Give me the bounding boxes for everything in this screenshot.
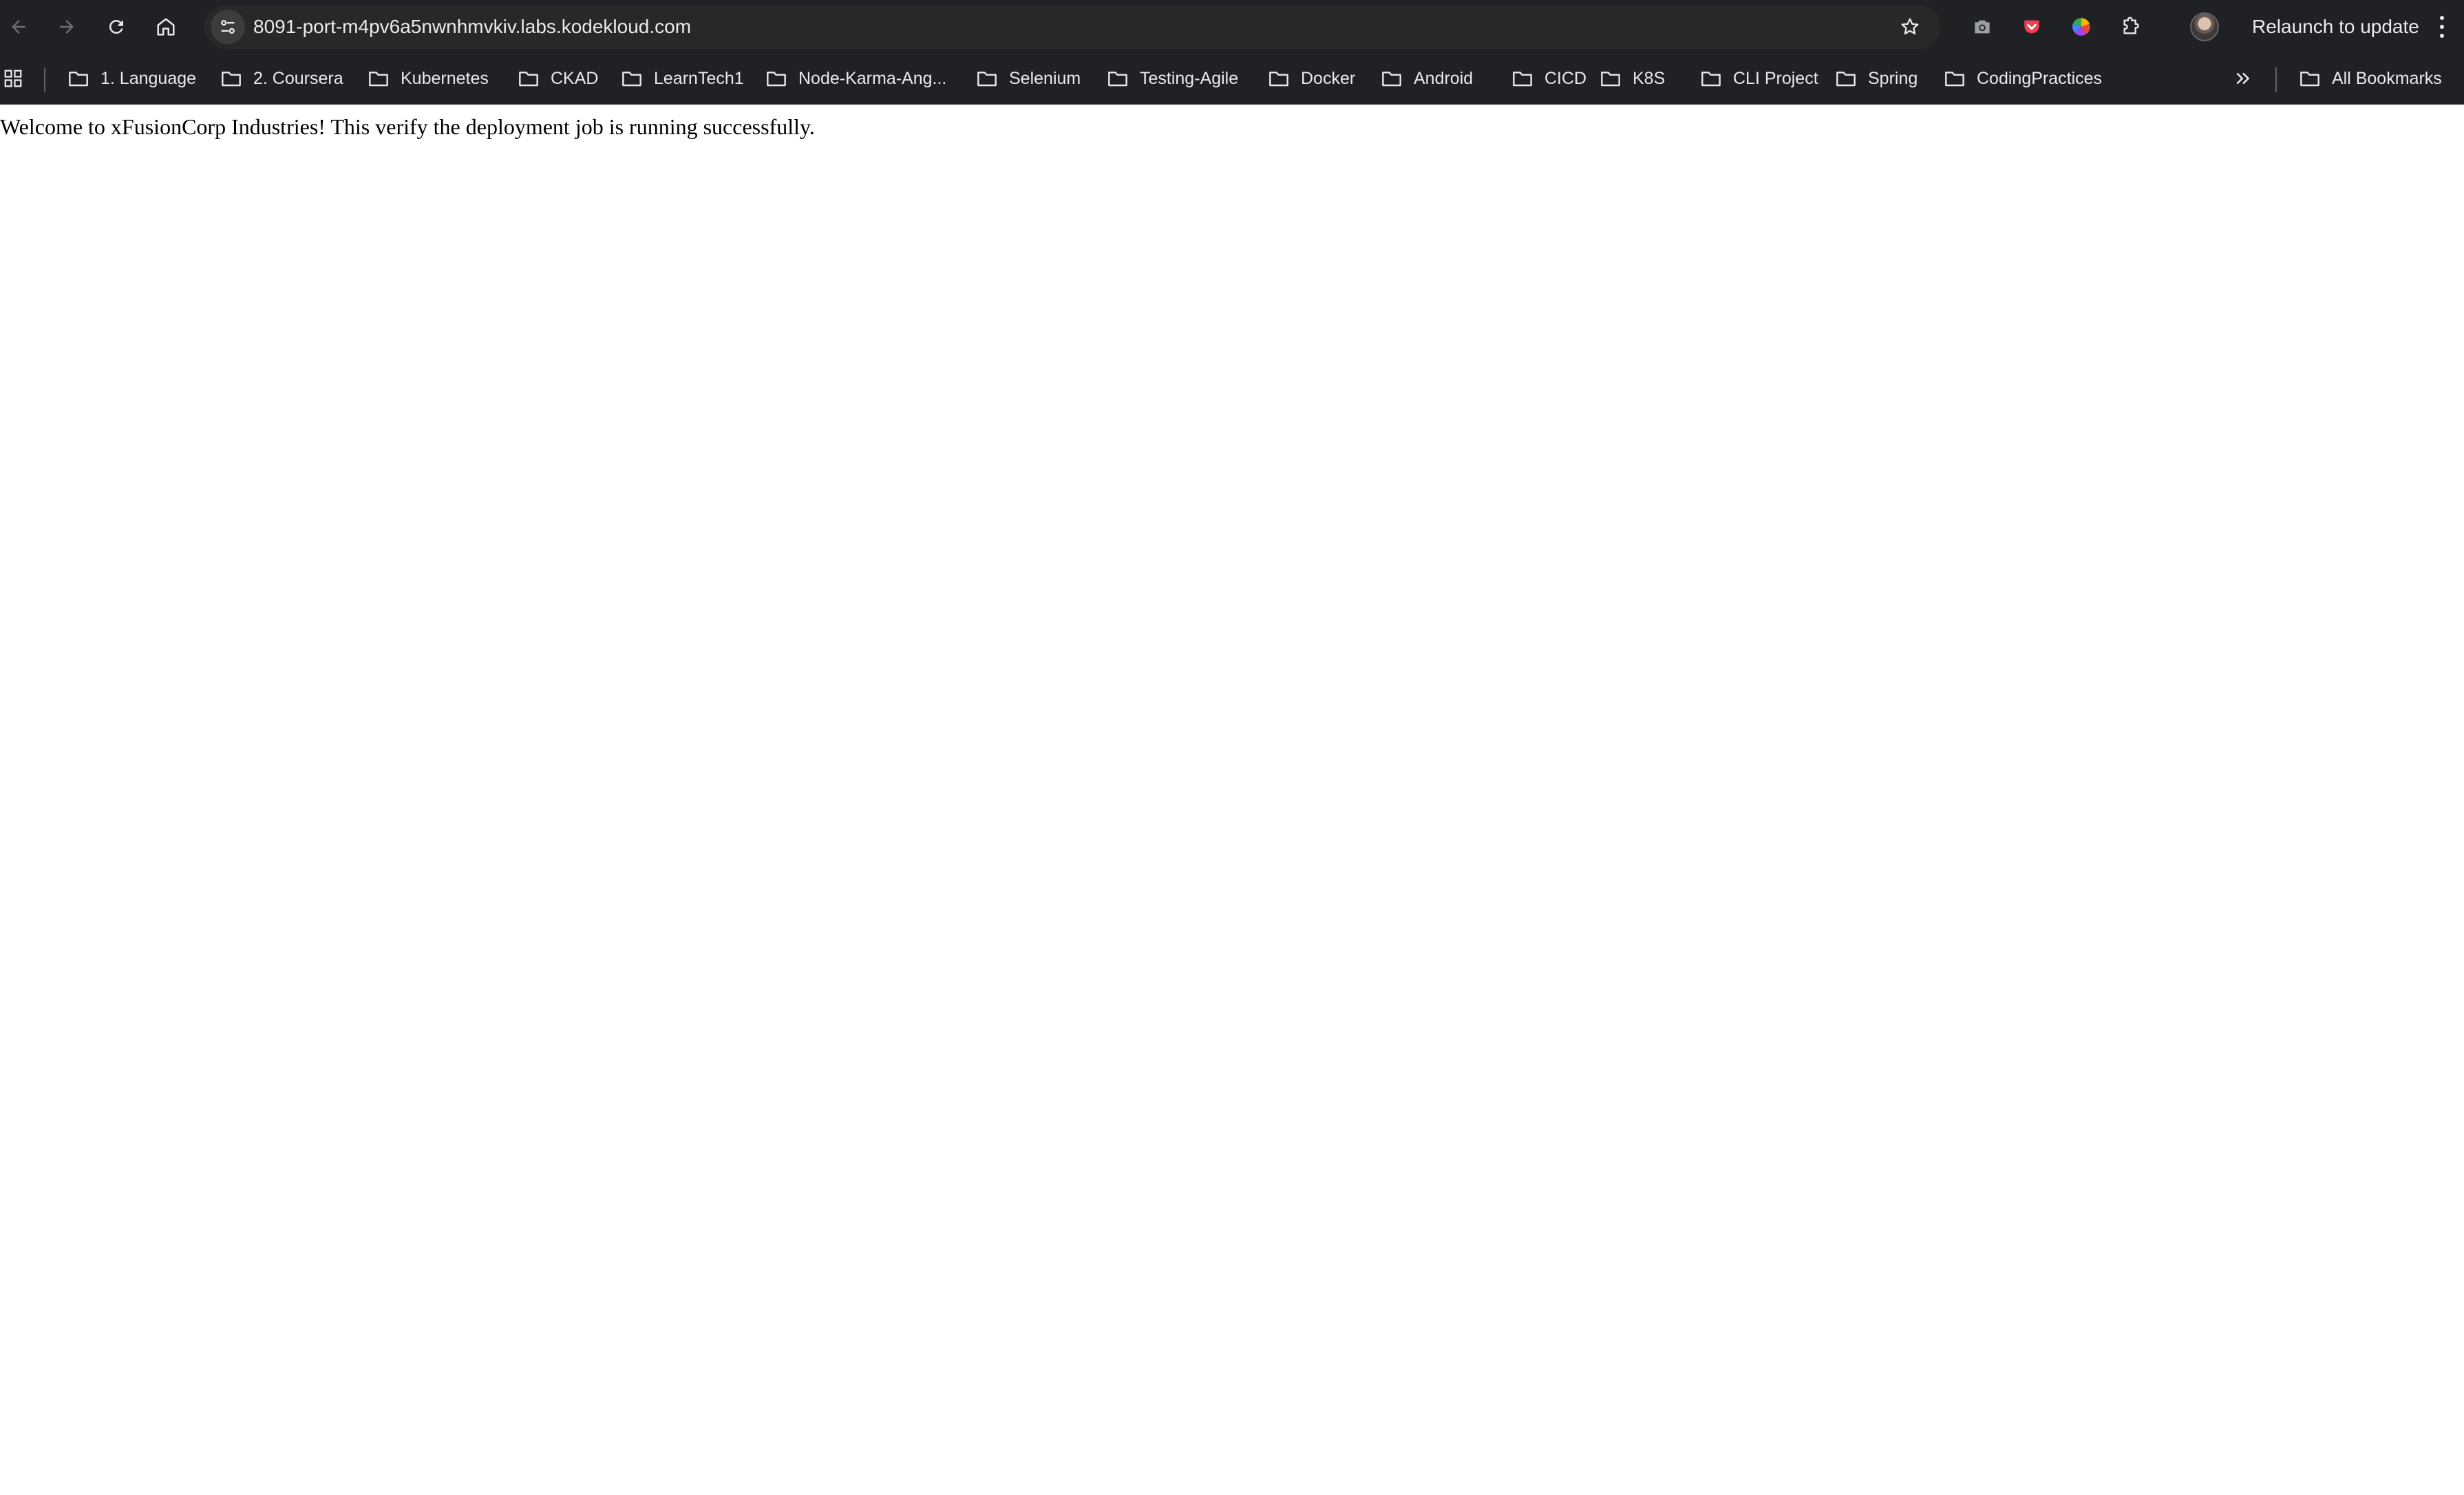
- forward-icon[interactable]: [50, 10, 84, 44]
- relaunch-button[interactable]: Relaunch to update: [2238, 5, 2454, 49]
- extensions-icon[interactable]: [2114, 10, 2148, 44]
- folder-icon: [1382, 72, 1401, 87]
- folder-icon: [519, 72, 538, 87]
- bookmarks-bar: 1. Language 2. Coursera Kubernetes CKAD Lear…: [0, 54, 2464, 105]
- bookmark-folder[interactable]: CKAD: [518, 63, 598, 94]
- folder-icon: [1269, 72, 1288, 87]
- menu-icon[interactable]: [2438, 16, 2445, 38]
- bookmark-folder[interactable]: CLI Project: [1700, 63, 1818, 94]
- folder-icon: [1513, 72, 1532, 87]
- bookmark-star-icon[interactable]: [1893, 10, 1927, 44]
- bookmark-folder[interactable]: Spring: [1835, 63, 1918, 94]
- browser-toolbar: 8091-port-m4pv6a5nwnhmvkiv.labs.kodeklou…: [0, 0, 2464, 54]
- apps-icon[interactable]: [3, 63, 34, 94]
- bookmark-folder[interactable]: Docker: [1268, 63, 1355, 94]
- bookmark-folder[interactable]: Testing-Agile: [1107, 63, 1238, 94]
- bookmarks-overflow-icon[interactable]: [2233, 63, 2264, 94]
- bookmark-folder[interactable]: K8S: [1600, 63, 1665, 94]
- bookmark-folder[interactable]: LearnTech1: [621, 63, 744, 94]
- bookmark-label: CLI Project: [1733, 68, 1818, 88]
- bookmark-label: CodingPractices: [1977, 68, 2103, 88]
- folder-icon: [622, 72, 641, 87]
- folder-icon: [1701, 72, 1721, 87]
- bookmark-folder[interactable]: Android: [1381, 63, 1473, 94]
- folder-icon: [1836, 72, 1856, 87]
- bookmark-label: Selenium: [1009, 68, 1081, 88]
- bookmark-folder[interactable]: CodingPractices: [1944, 63, 2102, 94]
- bookmark-label: K8S: [1633, 68, 1666, 88]
- relaunch-label: Relaunch to update: [2252, 16, 2419, 37]
- folder-icon: [1945, 72, 1964, 87]
- bookmark-label: CICD: [1544, 68, 1587, 88]
- folder-icon: [222, 72, 241, 87]
- home-icon[interactable]: [149, 10, 183, 44]
- url-text[interactable]: 8091-port-m4pv6a5nwnhmvkiv.labs.kodeklou…: [253, 5, 691, 49]
- bookmark-label: 2. Coursera: [253, 68, 343, 88]
- welcome-message: Welcome to xFusionCorp Industries! This …: [0, 114, 815, 139]
- bookmark-label: CKAD: [551, 68, 599, 88]
- bookmark-label: Node-Karma-Ang...: [798, 68, 947, 88]
- bookmark-folder[interactable]: CICD: [1511, 63, 1586, 94]
- bookmark-folder[interactable]: 2. Coursera: [220, 63, 343, 94]
- reload-icon[interactable]: [99, 10, 134, 44]
- folder-icon: [69, 72, 88, 87]
- bookmarks-divider: [44, 67, 45, 92]
- color-picker-icon[interactable]: [2064, 10, 2099, 44]
- bookmark-label: Docker: [1301, 68, 1356, 88]
- folder-icon: [2300, 72, 2319, 87]
- back-icon[interactable]: [1, 10, 36, 44]
- bookmark-label: Kubernetes: [401, 68, 489, 88]
- folder-icon: [1601, 72, 1620, 87]
- bookmark-folder[interactable]: 1. Language: [67, 63, 196, 94]
- browser-window: 8091-port-m4pv6a5nwnhmvkiv.labs.kodeklou…: [0, 0, 2464, 1495]
- bookmark-folder[interactable]: Node-Karma-Ang...: [765, 63, 946, 94]
- bookmark-label: Spring: [1868, 68, 1918, 88]
- bookmark-label: Testing-Agile: [1140, 68, 1239, 88]
- camera-icon[interactable]: [1965, 10, 1999, 44]
- all-bookmarks-label: All Bookmarks: [2332, 68, 2442, 88]
- bookmark-folder[interactable]: Selenium: [976, 63, 1081, 94]
- folder-icon: [369, 72, 388, 87]
- all-bookmarks-folder[interactable]: All Bookmarks: [2299, 63, 2442, 94]
- bookmark-folder[interactable]: Kubernetes: [368, 63, 489, 94]
- address-bar[interactable]: 8091-port-m4pv6a5nwnhmvkiv.labs.kodeklou…: [204, 5, 1941, 49]
- site-info-icon[interactable]: [211, 10, 245, 44]
- folder-icon: [767, 72, 786, 87]
- folder-icon: [977, 72, 997, 87]
- pocket-icon[interactable]: [2015, 10, 2049, 44]
- bookmark-label: Android: [1414, 68, 1474, 88]
- avatar[interactable]: [2190, 12, 2219, 41]
- bookmarks-divider: [2275, 67, 2277, 92]
- bookmark-label: LearnTech1: [654, 68, 744, 88]
- page-content: Welcome to xFusionCorp Industries! This …: [0, 105, 2464, 1495]
- bookmark-label: 1. Language: [100, 68, 197, 88]
- folder-icon: [1108, 72, 1127, 87]
